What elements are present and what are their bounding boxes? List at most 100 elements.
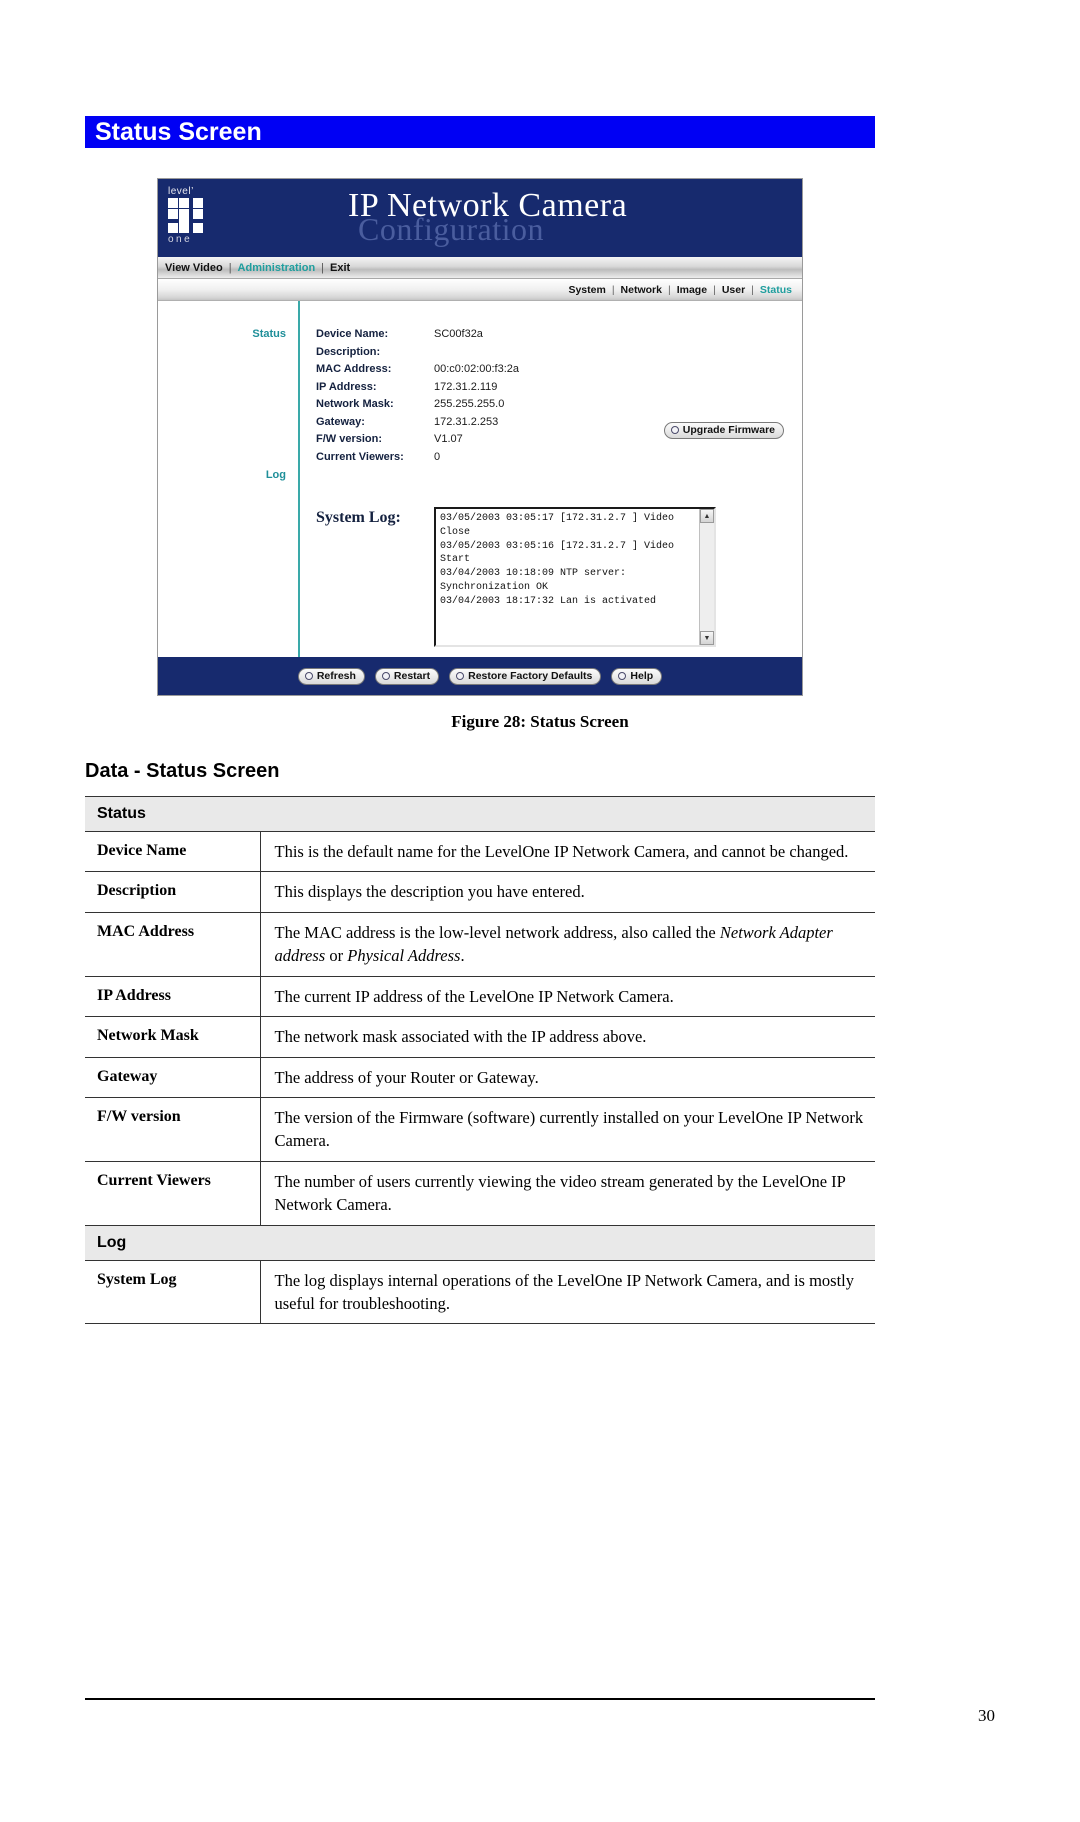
table-group-row: Status [85, 796, 875, 832]
refresh-button[interactable]: Refresh [297, 667, 365, 685]
camera-footer-toolbar: Refresh Restart Restore Factory Defaults He… [158, 657, 802, 695]
table-row: MAC Address The MAC address is the low-le… [85, 912, 875, 977]
restore-factory-defaults-button[interactable]: Restore Factory Defaults [449, 667, 602, 685]
table-term: F/W version [85, 1097, 261, 1162]
status-field-row: Current Viewers: 0 [316, 451, 802, 469]
secondary-nav-item-network[interactable]: Network [621, 284, 662, 296]
scroll-up-icon[interactable]: ▲ [700, 509, 714, 523]
nav-separator: | [667, 283, 671, 296]
button-label: Restore Factory Defaults [468, 669, 593, 682]
camera-body: Status Log Device Name: SC00f32a Descripti… [158, 301, 802, 657]
plain-text: . [460, 946, 465, 966]
upgrade-firmware-button[interactable]: Upgrade Firmware [663, 422, 784, 439]
status-field-row: Device Name: SC00f32a [316, 328, 802, 346]
help-button[interactable]: Help [611, 667, 663, 685]
scroll-down-icon[interactable]: ▼ [700, 631, 714, 645]
field-label: MAC Address: [316, 363, 392, 375]
primary-nav-item-view-video[interactable]: View Video [165, 262, 223, 274]
plain-text: The current IP address of the LevelOne I… [274, 986, 674, 1006]
field-value: 172.31.2.119 [434, 380, 498, 393]
table-description: This displays the description you have e… [260, 871, 875, 913]
plain-text: The address of your Router or Gateway. [274, 1067, 539, 1087]
secondary-nav-item-status[interactable]: Status [760, 284, 792, 296]
field-label: IP Address: [316, 380, 377, 393]
field-label: Device Name: [316, 328, 389, 340]
status-field-row: MAC Address: 00:c0:02:00:f3:2a [316, 363, 802, 381]
system-log-scrollbar[interactable]: ▲ ▼ [699, 509, 714, 645]
logo-bottom-word: one [168, 234, 193, 245]
section-title: Data - Status Screen [85, 760, 280, 782]
button-bullet-icon [618, 671, 627, 680]
field-value: SC00f32a [434, 328, 483, 340]
sidebar-label-status: Status [252, 328, 286, 340]
primary-navigation: View Video | Administration | Exit [158, 257, 802, 279]
table-term: MAC Address [85, 912, 261, 977]
table-row: System Log The log displays internal oper… [85, 1260, 875, 1325]
field-label: Description: [316, 345, 381, 358]
system-log-label: System Log: [316, 509, 401, 526]
table-description: This is the default name for the LevelOn… [260, 831, 875, 873]
nav-separator: | [228, 261, 232, 274]
logo-top-word: level’ [168, 186, 194, 197]
nav-separator: | [321, 261, 325, 274]
table-group-title: Status [85, 796, 875, 832]
plain-text: The number of users currently viewing th… [274, 1171, 846, 1215]
secondary-nav-item-image[interactable]: Image [677, 284, 707, 296]
sidebar-label-log: Log [265, 469, 286, 481]
button-label: Restart [393, 669, 431, 682]
plain-text: The log displays internal operations of … [274, 1270, 855, 1314]
button-bullet-icon [381, 671, 390, 680]
scroll-track[interactable] [700, 523, 714, 631]
table-group-row: Log [85, 1224, 875, 1261]
table-description: The version of the Firmware (software) c… [260, 1097, 875, 1162]
secondary-navigation: System | Network | Image | User | Status [158, 279, 802, 301]
emphasis-text: Physical Address [347, 946, 461, 966]
table-row: Description This displays the description… [85, 871, 875, 913]
data-status-screen-table: Status Device Name This is the default nam… [85, 796, 875, 1325]
table-term: Gateway [85, 1057, 261, 1098]
secondary-nav-item-system[interactable]: System [568, 284, 605, 296]
table-term: Current Viewers [85, 1161, 261, 1226]
primary-nav-item-exit[interactable]: Exit [330, 262, 350, 274]
system-log-row: System Log: 03/05/2003 03:05:17 [172.31.… [316, 507, 802, 647]
table-description: The network mask associated with the IP … [260, 1016, 875, 1058]
secondary-nav-item-user[interactable]: User [722, 284, 745, 296]
table-term: System Log [85, 1260, 261, 1325]
levelone-logo: level’ one [168, 187, 214, 249]
field-label: Current Viewers: [316, 450, 404, 463]
camera-main-panel: Device Name: SC00f32a Description: MAC Addr… [300, 301, 802, 657]
button-label: Refresh [316, 669, 356, 682]
restart-button[interactable]: Restart [374, 667, 440, 685]
table-description: The current IP address of the LevelOne I… [260, 976, 875, 1018]
status-field-row: Network Mask: 255.255.255.0 [316, 398, 802, 416]
primary-nav-item-administration[interactable]: Administration [238, 262, 316, 274]
table-term: Network Mask [85, 1016, 261, 1058]
button-bullet-icon [670, 426, 679, 434]
status-field-list: Device Name: SC00f32a Description: MAC Addr… [316, 328, 802, 468]
field-label: Network Mask: [316, 398, 394, 410]
field-value: 0 [434, 450, 441, 463]
table-row: Network Mask The network mask associated … [85, 1016, 875, 1058]
camera-header: level’ one Configuration IP Network Came… [158, 179, 802, 257]
field-value: 00:c0:02:00:f3:2a [434, 363, 520, 375]
button-bullet-icon [304, 671, 313, 680]
table-group-title: Log [85, 1224, 875, 1261]
page-heading-banner: Status Screen [85, 116, 875, 148]
upgrade-firmware-label: Upgrade Firmware [682, 424, 775, 436]
field-value: V1.07 [434, 433, 463, 445]
plain-text: The version of the Firmware (software) c… [274, 1107, 864, 1151]
table-description: The log displays internal operations of … [260, 1260, 875, 1325]
field-value: 172.31.2.253 [434, 415, 499, 428]
logo-mark-icon [168, 198, 204, 234]
table-term: Description [85, 871, 261, 913]
plain-text: This displays the description you have e… [274, 882, 585, 902]
page-number: 30 [978, 1706, 995, 1725]
field-value: 255.255.255.0 [434, 398, 505, 410]
system-log-box[interactable]: 03/05/2003 03:05:17 [172.31.2.7 ] Video … [434, 507, 716, 647]
camera-title: IP Network Camera [348, 187, 628, 224]
nav-separator: | [611, 283, 615, 296]
button-label: Help [630, 669, 654, 682]
table-description: The MAC address is the low-level network… [260, 912, 875, 977]
field-label: F/W version: [316, 433, 383, 445]
table-term: Device Name [85, 831, 261, 873]
